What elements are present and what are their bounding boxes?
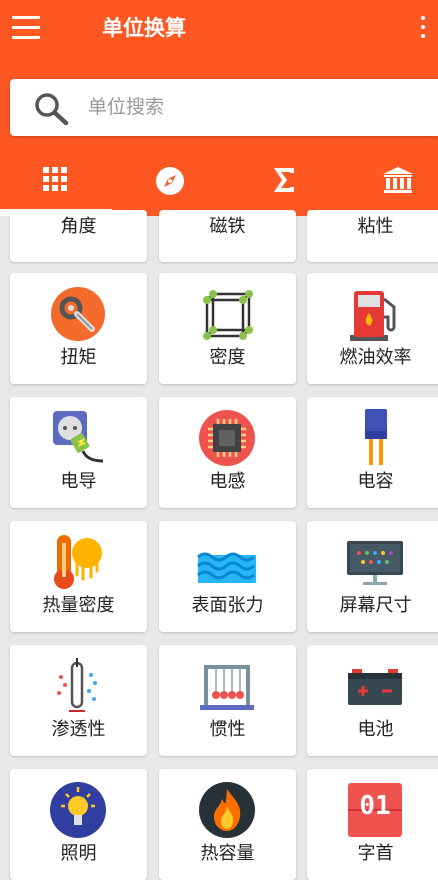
unit-label: 电容 bbox=[357, 471, 394, 492]
light-bulb-icon bbox=[50, 782, 106, 838]
tab-finance[interactable] bbox=[343, 152, 438, 216]
sigma-icon bbox=[273, 168, 294, 192]
density-icon bbox=[203, 290, 253, 340]
unit-card-torque[interactable]: 扭矩 bbox=[10, 273, 147, 384]
water-waves-icon bbox=[197, 552, 256, 583]
unit-label: 电导 bbox=[60, 471, 97, 492]
unit-card-battery[interactable]: 电池 bbox=[307, 645, 438, 756]
unit-card-density[interactable]: 密度 bbox=[159, 273, 296, 384]
search-placeholder: 单位搜索 bbox=[88, 96, 165, 118]
monitor-icon bbox=[347, 541, 403, 585]
flame-icon bbox=[199, 782, 255, 838]
tab-bar bbox=[0, 152, 438, 216]
newtons-cradle-icon bbox=[200, 665, 254, 710]
app-bar: 单位换算 单位搜索 bbox=[0, 0, 438, 216]
unit-label: 惯性 bbox=[209, 719, 246, 740]
unit-card-heat-flux-density[interactable]: 热量密度 bbox=[10, 521, 147, 632]
unit-label: 电感 bbox=[209, 471, 246, 492]
unit-card-capacitance[interactable]: 电容 bbox=[307, 397, 438, 508]
unit-label: 密度 bbox=[209, 347, 246, 368]
battery-icon bbox=[348, 669, 402, 705]
thermometer-sun-icon bbox=[54, 535, 102, 589]
permeability-icon bbox=[57, 658, 97, 712]
unit-card-inertia[interactable]: 惯性 bbox=[159, 645, 296, 756]
unit-label: 表面张力 bbox=[191, 595, 264, 616]
unit-label: 粘性 bbox=[357, 216, 394, 237]
unit-label: 电池 bbox=[357, 719, 394, 740]
unit-card-prefix[interactable]: 01 字首 bbox=[307, 769, 438, 880]
unit-label: 照明 bbox=[60, 843, 97, 864]
unit-label: 屏幕尺寸 bbox=[339, 595, 412, 616]
unit-card-screen-size[interactable]: 屏幕尺寸 bbox=[307, 521, 438, 632]
unit-card-conductance[interactable]: 电导 bbox=[10, 397, 147, 508]
unit-card-surface-tension[interactable]: 表面张力 bbox=[159, 521, 296, 632]
unit-label: 燃油效率 bbox=[339, 347, 412, 368]
unit-card-illumination[interactable]: 照明 bbox=[10, 769, 147, 880]
power-plug-icon bbox=[53, 411, 104, 463]
unit-label: 字首 bbox=[357, 843, 394, 864]
unit-label: 磁铁 bbox=[209, 216, 246, 237]
unit-card-fuel-efficiency[interactable]: 燃油效率 bbox=[307, 273, 438, 384]
unit-card-heat-capacity[interactable]: 热容量 bbox=[159, 769, 296, 880]
fuel-pump-icon bbox=[350, 291, 396, 341]
unit-card-viscosity[interactable]: 粘性 bbox=[307, 210, 438, 262]
unit-label: 角度 bbox=[60, 216, 97, 237]
capacitor-icon bbox=[365, 409, 387, 465]
unit-label: 热容量 bbox=[200, 843, 255, 864]
tab-units[interactable] bbox=[0, 152, 109, 216]
tab-explore[interactable] bbox=[115, 152, 224, 216]
unit-card-angle[interactable]: 角度 bbox=[10, 210, 147, 262]
unit-card-inductance[interactable]: 电感 bbox=[159, 397, 296, 508]
torque-icon bbox=[51, 287, 105, 341]
search-icon bbox=[35, 93, 69, 126]
unit-card-magnet[interactable]: 磁铁 bbox=[159, 210, 296, 262]
unit-label: 渗透性 bbox=[51, 719, 106, 740]
prefix-01-text: 01 bbox=[359, 791, 391, 821]
tab-formulas[interactable] bbox=[229, 152, 338, 216]
search-input[interactable]: 单位搜索 bbox=[10, 79, 438, 136]
page-title: 单位换算 bbox=[102, 16, 186, 40]
unit-label: 扭矩 bbox=[60, 347, 97, 368]
more-options-button[interactable] bbox=[414, 14, 432, 42]
bank-icon bbox=[382, 167, 413, 193]
grid-icon bbox=[42, 167, 67, 191]
menu-button[interactable] bbox=[12, 14, 42, 42]
chip-icon bbox=[199, 410, 255, 466]
unit-card-permeability[interactable]: 渗透性 bbox=[10, 645, 147, 756]
unit-label: 热量密度 bbox=[42, 595, 115, 616]
compass-icon bbox=[155, 167, 184, 195]
